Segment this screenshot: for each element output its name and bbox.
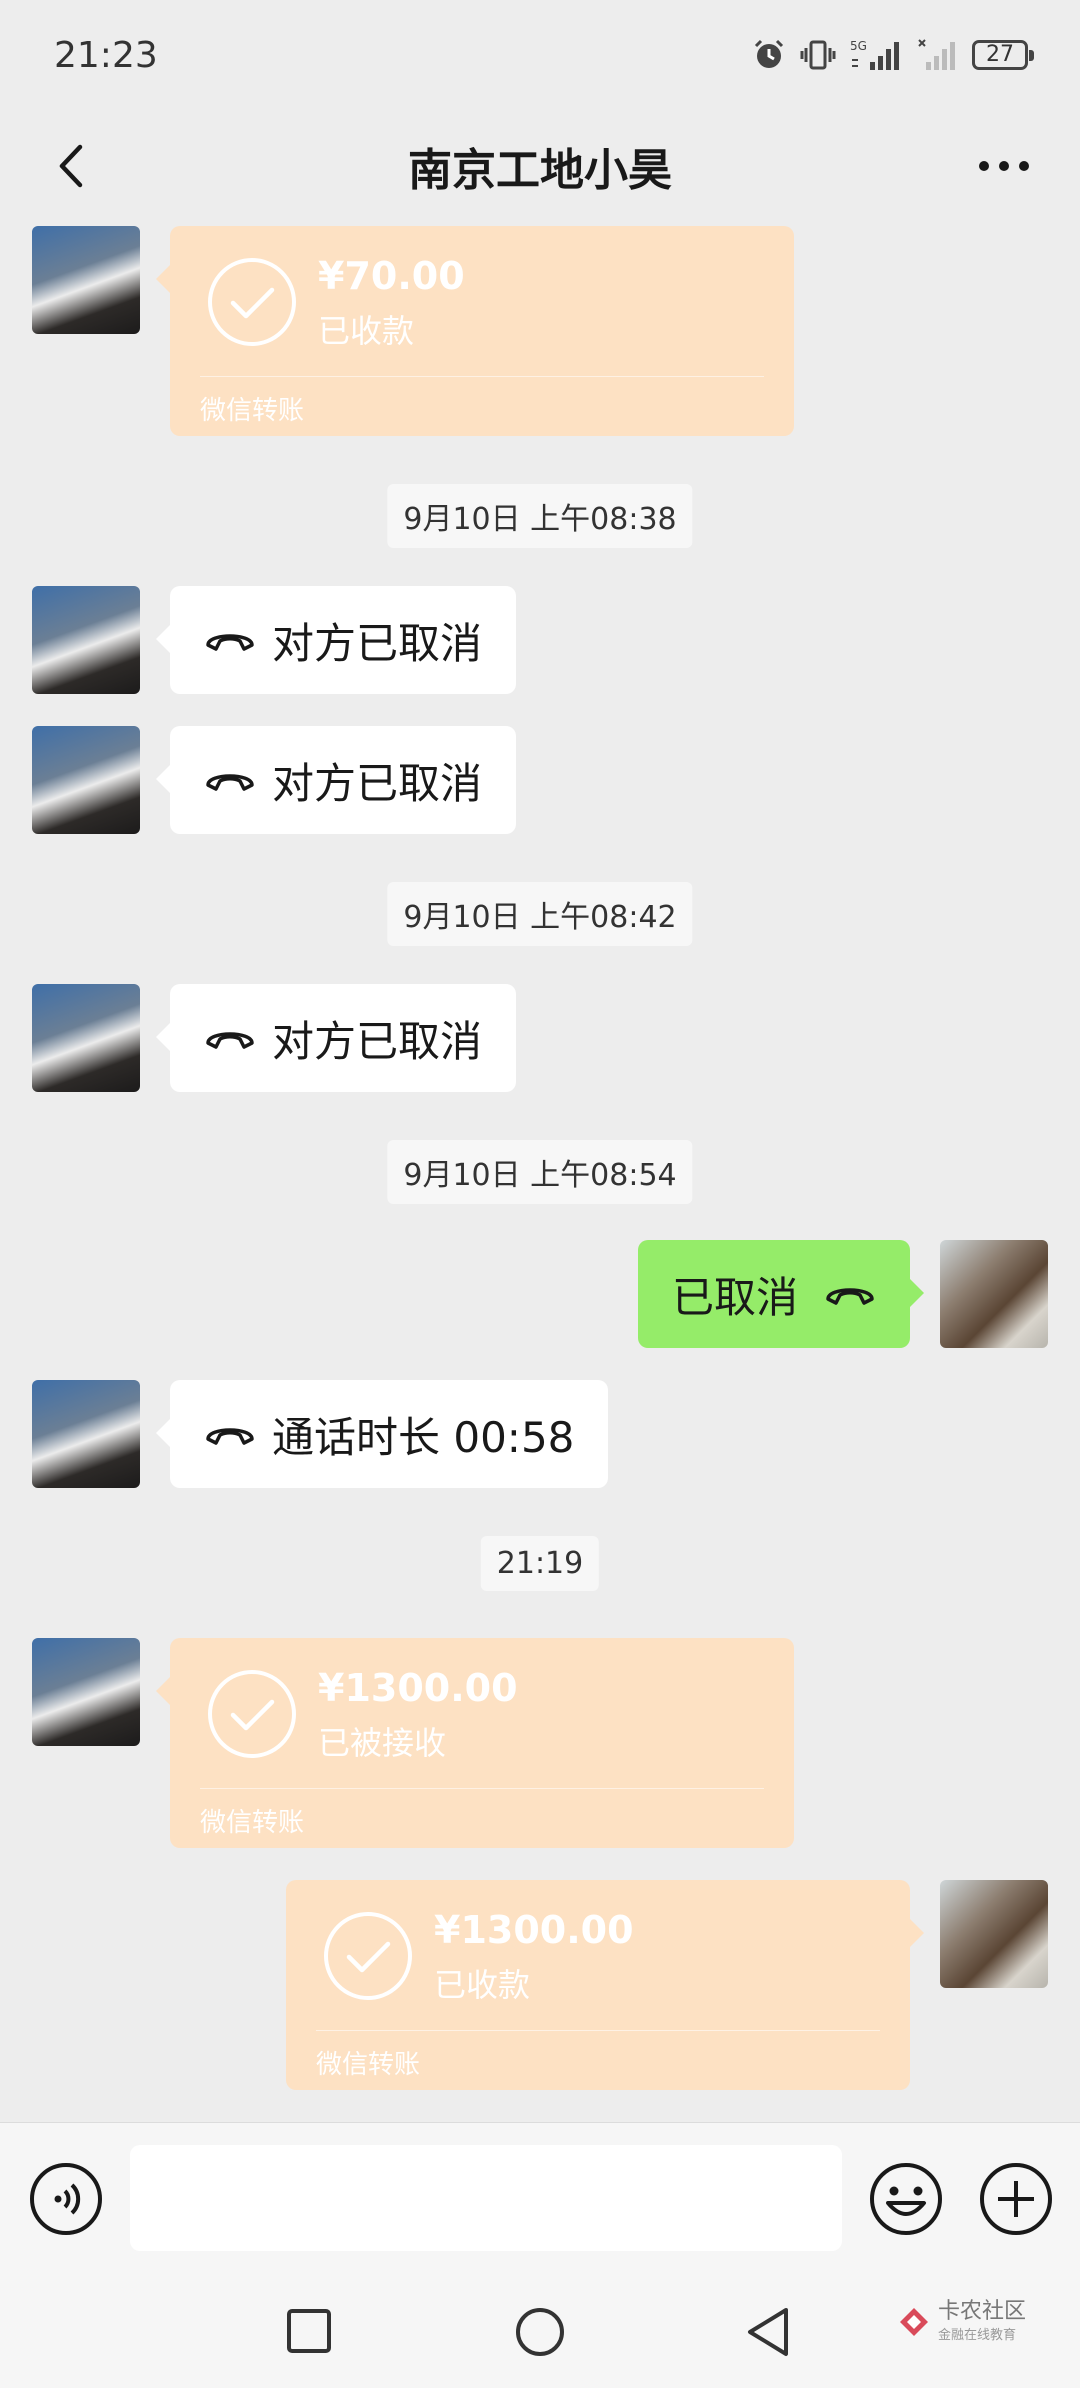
status-icons: 5G 27	[752, 38, 1034, 72]
transfer-divider	[316, 2030, 880, 2031]
status-bar: 21:23 5G 27	[0, 0, 1080, 110]
transfer-amount: ¥1300.00	[434, 1908, 634, 1952]
contact-avatar[interactable]	[32, 586, 140, 694]
input-bar	[0, 2122, 1080, 2278]
more-button[interactable]	[964, 130, 1044, 202]
emoji-icon	[870, 2163, 942, 2235]
signal-no-sim-icon	[918, 38, 958, 72]
svg-text:5G: 5G	[850, 39, 867, 53]
chat-area[interactable]: ¥70.00 已收款 微信转账 9月10日 上午08:38 对方已取消 对方已取…	[0, 222, 1080, 2122]
call-bubble-me[interactable]: 已取消	[637, 1240, 925, 1348]
home-button[interactable]	[514, 2306, 566, 2362]
timestamp: 9月10日 上午08:42	[387, 882, 693, 946]
message-input[interactable]	[130, 2145, 842, 2251]
call-text: 对方已取消	[272, 1016, 483, 1066]
voice-icon	[30, 2163, 102, 2235]
plus-icon	[980, 2163, 1052, 2235]
signal-5g-icon: 5G	[850, 38, 904, 72]
contact-avatar[interactable]	[32, 726, 140, 834]
transfer-status: 已被接收	[318, 1724, 447, 1762]
status-time: 21:23	[54, 34, 158, 76]
call-text: 已取消	[671, 1272, 798, 1322]
page-title: 南京工地小昊	[408, 145, 672, 196]
watermark-subtitle: 金融在线教育	[938, 2328, 1017, 2343]
call-text: 通话时长 00:58	[272, 1412, 575, 1462]
transfer-card[interactable]: ¥1300.00 已被接收 微信转账	[156, 1638, 794, 1848]
contact-avatar[interactable]	[32, 984, 140, 1092]
transfer-divider	[200, 1788, 764, 1789]
voice-button[interactable]	[28, 2161, 104, 2241]
back-button[interactable]	[36, 130, 108, 202]
check-circle-icon	[208, 1670, 296, 1758]
timestamp: 9月10日 上午08:54	[387, 1140, 693, 1204]
check-circle-icon	[324, 1912, 412, 2000]
call-bubble[interactable]: 通话时长 00:58	[155, 1380, 609, 1488]
timestamp: 9月10日 上午08:38	[387, 484, 693, 548]
recents-icon	[287, 2309, 331, 2353]
transfer-card-me[interactable]: ¥1300.00 已收款 微信转账	[286, 1880, 924, 2090]
home-icon	[516, 2308, 564, 2356]
vibrate-icon	[800, 38, 836, 72]
transfer-amount: ¥70.00	[318, 254, 465, 298]
transfer-label: 微信转账	[200, 1808, 305, 1838]
call-bubble[interactable]: 对方已取消	[155, 586, 517, 694]
alarm-icon	[752, 38, 786, 72]
transfer-status: 已收款	[318, 312, 415, 350]
my-avatar[interactable]	[940, 1240, 1048, 1348]
call-text: 对方已取消	[272, 618, 483, 668]
back-nav-button[interactable]	[744, 2306, 794, 2362]
battery-icon: 27	[972, 40, 1034, 70]
phone-hangup-icon	[204, 627, 256, 653]
emoji-button[interactable]	[868, 2161, 944, 2241]
phone-hangup-icon	[204, 767, 256, 793]
transfer-status: 已收款	[434, 1966, 531, 2004]
call-bubble[interactable]: 对方已取消	[155, 726, 517, 834]
plus-button[interactable]	[978, 2161, 1054, 2241]
contact-avatar[interactable]	[32, 226, 140, 334]
check-circle-icon	[208, 258, 296, 346]
call-text: 对方已取消	[272, 758, 483, 808]
recents-button[interactable]	[284, 2306, 334, 2360]
watermark-logo-icon	[900, 2307, 928, 2336]
transfer-card[interactable]: ¥70.00 已收款 微信转账	[156, 226, 794, 436]
contact-avatar[interactable]	[32, 1638, 140, 1746]
phone-hangup-icon	[204, 1421, 256, 1447]
call-bubble[interactable]: 对方已取消	[155, 984, 517, 1092]
chevron-left-icon	[59, 144, 83, 188]
phone-hangup-icon	[824, 1281, 876, 1307]
transfer-divider	[200, 376, 764, 377]
back-icon	[748, 2308, 788, 2356]
more-icon	[979, 161, 1029, 171]
transfer-label: 微信转账	[316, 2050, 421, 2080]
chat-header: 南京工地小昊	[0, 110, 1080, 222]
transfer-amount: ¥1300.00	[318, 1666, 518, 1710]
contact-avatar[interactable]	[32, 1380, 140, 1488]
phone-hangup-icon	[204, 1025, 256, 1051]
my-avatar[interactable]	[940, 1880, 1048, 1988]
timestamp: 21:19	[480, 1536, 600, 1591]
watermark-title: 卡农社区	[938, 2299, 1027, 2324]
transfer-label: 微信转账	[200, 396, 305, 426]
watermark: 卡农社区 金融在线教育	[896, 2300, 1026, 2343]
